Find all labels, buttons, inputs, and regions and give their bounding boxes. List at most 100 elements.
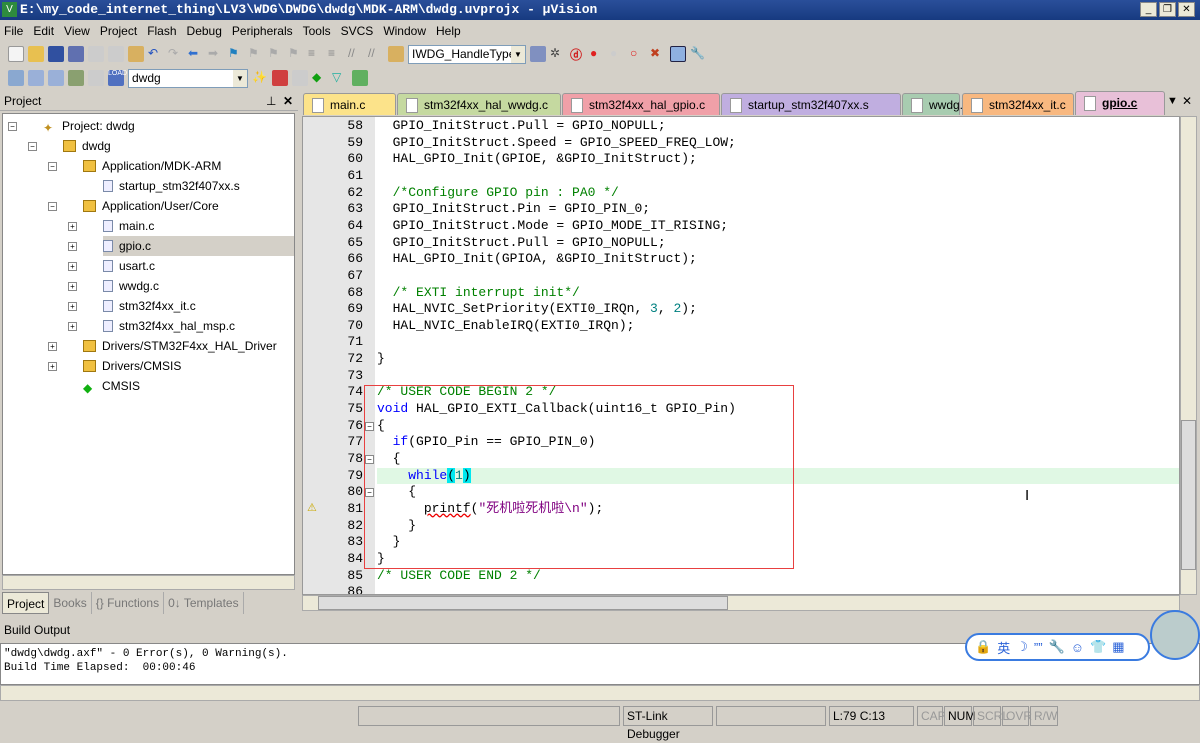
manage-project-icon[interactable] xyxy=(272,70,288,86)
select-pack-icon[interactable]: ▽ xyxy=(332,70,348,86)
menu-help[interactable]: Help xyxy=(436,24,461,38)
tab-gpio-c[interactable]: gpio.c xyxy=(1075,91,1165,115)
breakpoint-clear-icon[interactable]: ✖ xyxy=(650,46,666,62)
code-line[interactable]: GPIO_InitStruct.Pull = GPIO_NOPULL; xyxy=(377,235,1179,252)
find-icon[interactable] xyxy=(530,46,546,62)
code-line[interactable]: HAL_NVIC_SetPriority(EXTI0_IRQn, 3, 2); xyxy=(377,301,1179,318)
ime-item[interactable]: 英 xyxy=(997,638,1010,657)
close-tab-icon[interactable]: ✕ xyxy=(1182,94,1192,108)
target-combo[interactable]: dwdg ▼ xyxy=(128,68,248,88)
tree-item[interactable]: Drivers/CMSIS xyxy=(83,356,181,376)
window-layout-icon[interactable] xyxy=(670,46,686,62)
tree-item[interactable]: stm32f4xx_it.c xyxy=(103,296,196,316)
ime-item[interactable]: ▦ xyxy=(1112,639,1124,655)
expand-icon[interactable]: + xyxy=(48,342,57,351)
code-line[interactable] xyxy=(377,368,1179,385)
tree-item[interactable]: stm32f4xx_hal_msp.c xyxy=(103,316,235,336)
ime-item[interactable]: 🔧 xyxy=(1049,639,1065,655)
bookmark-next-icon[interactable]: ⚑ xyxy=(268,46,284,62)
code-line[interactable]: GPIO_InitStruct.Pin = GPIO_PIN_0; xyxy=(377,201,1179,218)
tree-item[interactable]: Application/MDK-ARM xyxy=(83,156,221,176)
tab-startup-stm32f407xx-s[interactable]: startup_stm32f407xx.s xyxy=(721,93,901,115)
menu-file[interactable]: File xyxy=(4,24,23,38)
manage-books-icon[interactable] xyxy=(292,70,308,86)
debug-start-icon[interactable]: ⓓ xyxy=(570,46,586,62)
code-line[interactable]: /* EXTI interrupt init*/ xyxy=(377,285,1179,302)
new-file-icon[interactable] xyxy=(8,46,24,62)
collapse-icon[interactable]: − xyxy=(28,142,37,151)
save-icon[interactable] xyxy=(48,46,64,62)
expand-icon[interactable]: + xyxy=(68,222,77,231)
ime-item[interactable]: 👕 xyxy=(1090,639,1106,655)
code-line[interactable] xyxy=(377,168,1179,185)
code-line[interactable] xyxy=(377,334,1179,351)
open-icon[interactable] xyxy=(28,46,44,62)
download-icon[interactable]: LOAD xyxy=(108,70,127,86)
comment-icon[interactable]: // xyxy=(348,46,364,62)
breakpoint-disable-icon[interactable]: ● xyxy=(610,46,626,62)
expand-icon[interactable]: + xyxy=(68,282,77,291)
rebuild-icon[interactable] xyxy=(48,70,64,86)
tree-item[interactable]: ◆ CMSIS xyxy=(83,376,140,396)
code-line[interactable] xyxy=(377,268,1179,285)
forward-icon[interactable]: ➡ xyxy=(208,46,224,62)
bookmark-icon[interactable]: ⚑ xyxy=(228,46,244,62)
tab-wwdg-c[interactable]: wwdg.c xyxy=(902,93,969,115)
expand-icon[interactable]: + xyxy=(68,242,77,251)
tab-list-icon[interactable]: ▼ xyxy=(1167,95,1178,107)
collapse-icon[interactable]: − xyxy=(8,122,17,131)
target-options-icon[interactable]: ✨ xyxy=(252,70,268,86)
minimize-button[interactable]: _ xyxy=(1140,2,1157,17)
menu-flash[interactable]: Flash xyxy=(147,24,176,38)
redo-icon[interactable]: ↷ xyxy=(168,46,184,62)
manage-rte-icon[interactable]: ◆ xyxy=(312,70,328,86)
tab-stm32f4xx-hal-wwdg-c[interactable]: stm32f4xx_hal_wwdg.c xyxy=(397,93,561,115)
maximize-button[interactable]: ❐ xyxy=(1159,2,1176,17)
chevron-down-icon[interactable]: ▼ xyxy=(511,45,525,63)
expand-icon[interactable]: + xyxy=(68,262,77,271)
configure-icon[interactable]: 🔧 xyxy=(690,46,706,62)
bookmark-prev-icon[interactable]: ⚑ xyxy=(248,46,264,62)
code-line[interactable]: HAL_NVIC_EnableIRQ(EXTI0_IRQn); xyxy=(377,318,1179,335)
code-line[interactable]: GPIO_InitStruct.Pull = GPIO_NOPULL; xyxy=(377,118,1179,135)
chevron-down-icon[interactable]: ▼ xyxy=(233,69,247,87)
tree-item[interactable]: ✦ Project: dwdg xyxy=(43,116,135,136)
tree-item[interactable]: usart.c xyxy=(103,256,155,276)
close-panel-icon[interactable]: ✕ xyxy=(283,91,293,111)
stop-build-icon[interactable] xyxy=(88,70,104,86)
build-output-scrollbar[interactable] xyxy=(0,685,1200,701)
tab-project[interactable]: Project xyxy=(2,592,50,614)
code-line[interactable]: HAL_GPIO_Init(GPIOE, &GPIO_InitStruct); xyxy=(377,151,1179,168)
uncomment-icon[interactable]: // xyxy=(368,46,384,62)
cut-icon[interactable] xyxy=(88,46,104,62)
copy-icon[interactable] xyxy=(108,46,124,62)
tree-item[interactable]: Application/User/Core xyxy=(83,196,219,216)
tab-templates[interactable]: 0↓ Templates xyxy=(164,592,244,614)
tree-item[interactable]: dwdg xyxy=(63,136,111,156)
ime-avatar-icon[interactable] xyxy=(1150,610,1200,660)
tree-item[interactable]: wwdg.c xyxy=(103,276,159,296)
collapse-icon[interactable]: − xyxy=(48,202,57,211)
menu-project[interactable]: Project xyxy=(100,24,137,38)
tree-item[interactable]: gpio.c xyxy=(103,236,294,256)
menu-tools[interactable]: Tools xyxy=(303,24,331,38)
editor-vertical-scroll-thumb[interactable] xyxy=(1181,420,1196,570)
tab-main-c[interactable]: main.c xyxy=(303,93,396,115)
tree-horizontal-scrollbar[interactable] xyxy=(2,575,295,590)
incremental-find-icon[interactable]: ✲ xyxy=(550,46,566,62)
code-line[interactable]: /*Configure GPIO pin : PA0 */ xyxy=(377,185,1179,202)
code-line[interactable]: GPIO_InitStruct.Mode = GPIO_MODE_IT_RISI… xyxy=(377,218,1179,235)
translate-icon[interactable] xyxy=(8,70,24,86)
expand-icon[interactable]: + xyxy=(68,302,77,311)
editor-horizontal-scroll-thumb[interactable] xyxy=(318,596,728,610)
breakpoint-kill-icon[interactable]: ○ xyxy=(630,46,646,62)
tab-stm32f4xx-it-c[interactable]: stm32f4xx_it.c xyxy=(962,93,1074,115)
tab-stm32f4xx-hal-gpio-c[interactable]: stm32f4xx_hal_gpio.c xyxy=(562,93,720,115)
build-icon[interactable] xyxy=(28,70,44,86)
find-combo[interactable]: IWDG_HandleTypeD ▼ xyxy=(408,44,526,64)
save-all-icon[interactable] xyxy=(68,46,84,62)
code-line[interactable]: HAL_GPIO_Init(GPIOA, &GPIO_InitStruct); xyxy=(377,251,1179,268)
tab-books[interactable]: Books xyxy=(49,592,92,614)
ime-item[interactable]: ☺ xyxy=(1071,640,1084,655)
collapse-icon[interactable]: − xyxy=(48,162,57,171)
